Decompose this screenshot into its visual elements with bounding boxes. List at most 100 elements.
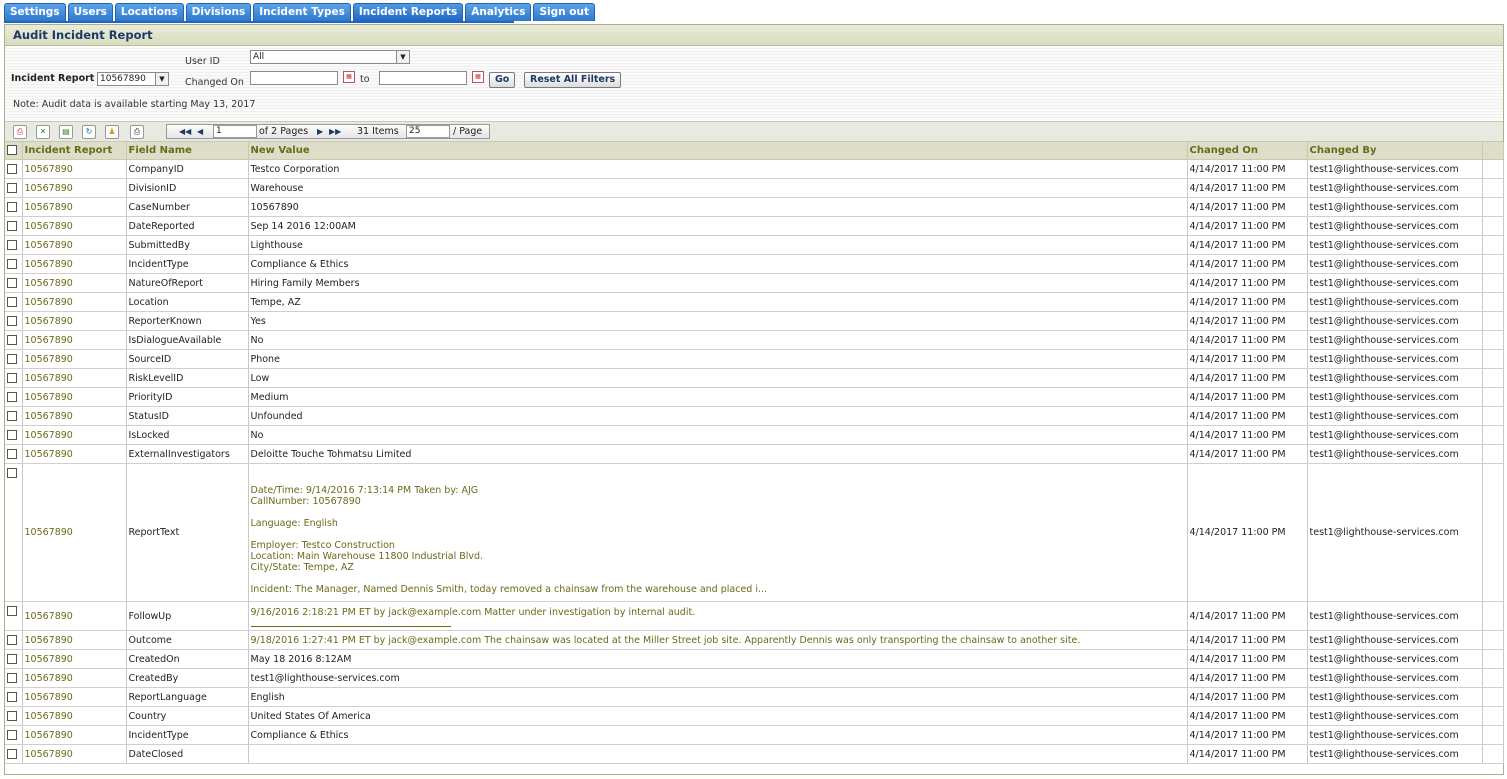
select-all-checkbox[interactable] — [7, 145, 17, 155]
row-checkbox[interactable] — [7, 373, 17, 383]
table-row[interactable]: 10567890 DateReported Sep 14 2016 12:00AM 4… — [5, 216, 1504, 236]
incident-report-link[interactable]: 10567890 — [25, 449, 73, 460]
table-row[interactable]: 10567890 PriorityID Medium 4/14/2017 11:00 … — [5, 387, 1504, 407]
incident-report-link[interactable]: 10567890 — [25, 692, 73, 703]
col-changed-on[interactable]: Changed On — [1187, 142, 1308, 160]
incident-report-link[interactable]: 10567890 — [25, 749, 73, 760]
col-incident-report[interactable]: Incident Report — [22, 142, 127, 160]
incident-report-link[interactable]: 10567890 — [25, 297, 73, 308]
incident-report-select[interactable]: 10567890 ▼ — [97, 72, 169, 86]
table-row[interactable]: 10567890 IncidentType Compliance & Ethics 4… — [5, 725, 1504, 745]
incident-report-link[interactable]: 10567890 — [25, 654, 73, 665]
table-row[interactable]: 10567890 IsLocked No 4/14/2017 11:00 PM test… — [5, 425, 1504, 445]
table-row[interactable]: 10567890 ReportText Date/Time: 9/14/2016 7… — [5, 463, 1504, 602]
incident-report-link[interactable]: 10567890 — [25, 354, 73, 365]
changed-on-to-input[interactable] — [379, 71, 467, 85]
incident-report-link[interactable]: 10567890 — [25, 392, 73, 403]
incident-report-link[interactable]: 10567890 — [25, 711, 73, 722]
table-row[interactable]: 10567890 StatusID Unfounded 4/14/2017 11:00… — [5, 406, 1504, 426]
table-row[interactable]: 10567890 CreatedOn May 18 2016 8:12AM 4/14/… — [5, 649, 1504, 669]
incident-report-link[interactable]: 10567890 — [25, 183, 73, 194]
incident-report-link[interactable]: 10567890 — [25, 164, 73, 175]
table-row[interactable]: 10567890 IncidentType Compliance & Ethics 4… — [5, 254, 1504, 274]
refresh-icon[interactable]: ↻ — [82, 125, 96, 139]
tab-incident-reports[interactable]: Incident Reports — [352, 3, 464, 21]
table-row[interactable]: 10567890 ReportLanguage English 4/14/2017 1… — [5, 687, 1504, 707]
row-checkbox[interactable] — [7, 297, 17, 307]
chevron-down-icon[interactable]: ▼ — [155, 73, 168, 85]
incident-report-link[interactable]: 10567890 — [25, 730, 73, 741]
page-size-input[interactable]: 25 — [406, 125, 450, 138]
incident-report-link[interactable]: 10567890 — [25, 240, 73, 251]
row-checkbox[interactable] — [7, 354, 17, 364]
incident-report-link[interactable]: 10567890 — [25, 527, 73, 538]
page-number-input[interactable]: 1 — [213, 125, 257, 138]
row-checkbox[interactable] — [7, 749, 17, 759]
incident-report-link[interactable]: 10567890 — [25, 430, 73, 441]
tab-divisions[interactable]: Divisions — [185, 3, 252, 21]
tab-incident-types[interactable]: Incident Types — [253, 3, 351, 21]
row-checkbox[interactable] — [7, 221, 17, 231]
calendar-icon[interactable]: ▦ — [472, 71, 484, 83]
tab-analytics[interactable]: Analytics — [465, 3, 532, 21]
col-field-name[interactable]: Field Name — [126, 142, 249, 160]
incident-report-link[interactable]: 10567890 — [25, 278, 73, 289]
row-checkbox[interactable] — [7, 605, 17, 616]
table-row[interactable]: 10567890 DivisionID Warehouse 4/14/2017 11:… — [5, 178, 1504, 198]
incident-report-link[interactable]: 10567890 — [25, 259, 73, 270]
incident-report-link[interactable]: 10567890 — [25, 411, 73, 422]
print-icon[interactable]: ⎙ — [130, 125, 144, 139]
row-checkbox[interactable] — [7, 316, 17, 326]
table-row[interactable]: 10567890 Outcome 9/18/2016 1:27:41 PM ET b… — [5, 630, 1504, 650]
row-checkbox[interactable] — [7, 711, 17, 721]
col-changed-by[interactable]: Changed By — [1307, 142, 1483, 160]
row-checkbox[interactable] — [7, 692, 17, 702]
row-checkbox[interactable] — [7, 467, 17, 478]
table-row[interactable]: 10567890 Location Tempe, AZ 4/14/2017 11:00… — [5, 292, 1504, 312]
row-checkbox[interactable] — [7, 164, 17, 174]
table-row[interactable]: 10567890 SubmittedBy Lighthouse 4/14/2017 1… — [5, 235, 1504, 255]
next-page-icon[interactable]: ▶ — [317, 125, 323, 138]
incident-report-link[interactable]: 10567890 — [25, 316, 73, 327]
row-checkbox[interactable] — [7, 430, 17, 440]
row-checkbox[interactable] — [7, 240, 17, 250]
incident-report-link[interactable]: 10567890 — [25, 673, 73, 684]
incident-report-link[interactable]: 10567890 — [25, 373, 73, 384]
chevron-down-icon[interactable]: ▼ — [396, 51, 409, 63]
row-checkbox[interactable] — [7, 411, 17, 421]
table-row[interactable]: 10567890 ReporterKnown Yes 4/14/2017 11:00 … — [5, 311, 1504, 331]
table-row[interactable]: 10567890 FollowUp 9/16/2016 2:18:21 PM ET … — [5, 601, 1504, 631]
table-row[interactable]: 10567890 CaseNumber 10567890 4/14/2017 11:0… — [5, 197, 1504, 217]
row-checkbox[interactable] — [7, 335, 17, 345]
pdf-export-icon[interactable]: ⎙ — [13, 125, 27, 139]
incident-report-link[interactable]: 10567890 — [25, 335, 73, 346]
row-checkbox[interactable] — [7, 635, 17, 645]
row-checkbox[interactable] — [7, 278, 17, 288]
last-page-icon[interactable]: ▶▶ — [329, 125, 341, 138]
table-row[interactable]: 10567890 CreatedBy test1@lighthouse-servic… — [5, 668, 1504, 688]
go-button[interactable]: Go — [489, 72, 516, 88]
table-row[interactable]: 10567890 CompanyID Testco Corporation 4/14/… — [5, 159, 1504, 179]
col-new-value[interactable]: New Value — [248, 142, 1188, 160]
incident-report-link[interactable]: 10567890 — [25, 202, 73, 213]
csv-export-icon[interactable]: ▤ — [59, 125, 73, 139]
incident-report-link[interactable]: 10567890 — [25, 611, 73, 622]
row-checkbox[interactable] — [7, 392, 17, 402]
table-row[interactable]: 10567890 IsDialogueAvailable No 4/14/2017 1… — [5, 330, 1504, 350]
row-checkbox[interactable] — [7, 654, 17, 664]
reset-filters-button[interactable]: Reset All Filters — [524, 72, 622, 88]
table-row[interactable]: 10567890 RiskLevelID Low 4/14/2017 11:00 PM… — [5, 368, 1504, 388]
row-checkbox[interactable] — [7, 730, 17, 740]
first-page-icon[interactable]: ◀◀ — [179, 125, 191, 138]
tab-users[interactable]: Users — [67, 3, 113, 21]
row-checkbox[interactable] — [7, 202, 17, 212]
tab-locations[interactable]: Locations — [114, 3, 184, 21]
incident-report-link[interactable]: 10567890 — [25, 635, 73, 646]
table-row[interactable]: 10567890 NatureOfReport Hiring Family Memb… — [5, 273, 1504, 293]
excel-export-icon[interactable]: ✕ — [36, 125, 50, 139]
row-checkbox[interactable] — [7, 449, 17, 459]
prev-page-icon[interactable]: ◀ — [197, 125, 203, 138]
calendar-icon[interactable]: ▦ — [343, 71, 355, 83]
incident-report-link[interactable]: 10567890 — [25, 221, 73, 232]
tab-sign-out[interactable]: Sign out — [533, 3, 596, 21]
